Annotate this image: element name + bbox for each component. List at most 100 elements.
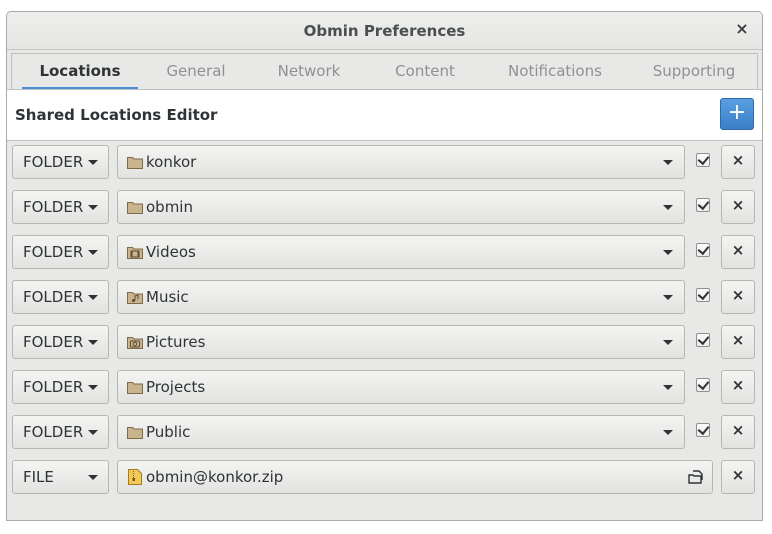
chevron-down-icon [663, 430, 673, 435]
chevron-down-icon [88, 340, 98, 345]
tab-notifications[interactable]: Notifications [490, 54, 620, 90]
location-label: Projects [146, 378, 206, 396]
tab-locations[interactable]: Locations [22, 54, 138, 90]
location-label: konkor [146, 153, 197, 171]
chevron-down-icon [88, 430, 98, 435]
type-label: FILE [23, 468, 54, 486]
location-dropdown[interactable]: Pictures [117, 325, 685, 359]
location-row: FOLDER Music × [7, 275, 762, 320]
remove-button[interactable]: × [721, 190, 755, 224]
folder-icon [127, 202, 143, 214]
folder-icon [127, 382, 143, 394]
location-row: FOLDER Public × [7, 410, 762, 455]
remove-button[interactable]: × [721, 145, 755, 179]
location-row: FOLDER konkor × [7, 140, 762, 185]
chevron-down-icon [88, 160, 98, 165]
close-icon: × [731, 376, 745, 394]
type-dropdown[interactable]: FOLDER [12, 325, 109, 359]
close-icon: × [731, 241, 745, 259]
panel-title: Shared Locations Editor [15, 106, 218, 124]
remove-button[interactable]: × [721, 460, 755, 494]
enabled-checkbox[interactable] [696, 288, 710, 302]
zip-file-icon [128, 469, 142, 485]
location-dropdown[interactable]: Public [117, 415, 685, 449]
close-icon: × [731, 421, 745, 439]
chevron-down-icon [88, 205, 98, 210]
location-row: FOLDER Projects × [7, 365, 762, 410]
folder-videos-icon [127, 247, 143, 259]
tab-supporting[interactable]: Supporting [638, 54, 750, 90]
document-open-icon [688, 470, 703, 484]
location-row: FOLDER obmin × [7, 185, 762, 230]
remove-button[interactable]: × [721, 280, 755, 314]
enabled-checkbox[interactable] [696, 198, 710, 212]
location-dropdown[interactable]: Music [117, 280, 685, 314]
location-label: obmin [146, 198, 193, 216]
location-row: FOLDER Pictures × [7, 320, 762, 365]
panel-header: Shared Locations Editor + [7, 89, 762, 141]
location-dropdown[interactable]: obmin [117, 190, 685, 224]
location-label: Music [146, 288, 189, 306]
chevron-down-icon [663, 340, 673, 345]
type-dropdown[interactable]: FOLDER [12, 280, 109, 314]
close-icon: × [731, 466, 745, 484]
chevron-down-icon [663, 205, 673, 210]
remove-button[interactable]: × [721, 325, 755, 359]
type-label: FOLDER [23, 378, 84, 396]
enabled-checkbox[interactable] [696, 243, 710, 257]
close-icon: × [731, 196, 745, 214]
chevron-down-icon [663, 250, 673, 255]
close-icon: × [731, 151, 745, 169]
type-label: FOLDER [23, 333, 84, 351]
close-window-button[interactable]: × [732, 19, 752, 39]
enabled-checkbox[interactable] [696, 333, 710, 347]
folder-icon [127, 427, 143, 439]
chevron-down-icon [663, 385, 673, 390]
folder-music-icon [127, 292, 143, 304]
type-dropdown[interactable]: FOLDER [12, 235, 109, 269]
tab-content[interactable]: Content [376, 54, 474, 90]
location-label: Public [146, 423, 191, 441]
location-row: FILE obmin@konkor.zip × [7, 455, 762, 500]
folder-icon [127, 157, 143, 169]
location-row: FOLDER Videos × [7, 230, 762, 275]
chevron-down-icon [663, 295, 673, 300]
location-label: Videos [146, 243, 196, 261]
tab-network[interactable]: Network [256, 54, 362, 90]
chevron-down-icon [663, 160, 673, 165]
location-dropdown[interactable]: konkor [117, 145, 685, 179]
remove-button[interactable]: × [721, 415, 755, 449]
file-name-label: obmin@konkor.zip [146, 468, 284, 486]
remove-button[interactable]: × [721, 235, 755, 269]
type-label: FOLDER [23, 423, 84, 441]
tab-general[interactable]: General [150, 54, 242, 90]
type-label: FOLDER [23, 198, 84, 216]
type-dropdown[interactable]: FOLDER [12, 415, 109, 449]
type-dropdown[interactable]: FOLDER [12, 190, 109, 224]
type-label: FOLDER [23, 153, 84, 171]
enabled-checkbox[interactable] [696, 153, 710, 167]
chevron-down-icon [88, 250, 98, 255]
chevron-down-icon [88, 385, 98, 390]
file-chooser-button[interactable]: obmin@konkor.zip [117, 460, 713, 494]
remove-button[interactable]: × [721, 370, 755, 404]
enabled-checkbox[interactable] [696, 378, 710, 392]
type-dropdown[interactable]: FOLDER [12, 370, 109, 404]
location-dropdown[interactable]: Videos [117, 235, 685, 269]
window-title: Obmin Preferences [303, 22, 466, 40]
chevron-down-icon [88, 295, 98, 300]
type-label: FOLDER [23, 288, 84, 306]
folder-pictures-icon [127, 337, 143, 349]
close-icon: × [731, 331, 745, 349]
preferences-window: Obmin Preferences × Locations General Ne… [6, 11, 763, 521]
location-label: Pictures [146, 333, 206, 351]
type-dropdown[interactable]: FILE [12, 460, 109, 494]
location-dropdown[interactable]: Projects [117, 370, 685, 404]
tab-bar: Locations General Network Content Notifi… [11, 53, 758, 90]
type-dropdown[interactable]: FOLDER [12, 145, 109, 179]
add-location-button[interactable]: + [720, 98, 754, 130]
chevron-down-icon [88, 475, 98, 480]
enabled-checkbox[interactable] [696, 423, 710, 437]
titlebar: Obmin Preferences × [7, 12, 762, 50]
close-icon: × [731, 286, 745, 304]
